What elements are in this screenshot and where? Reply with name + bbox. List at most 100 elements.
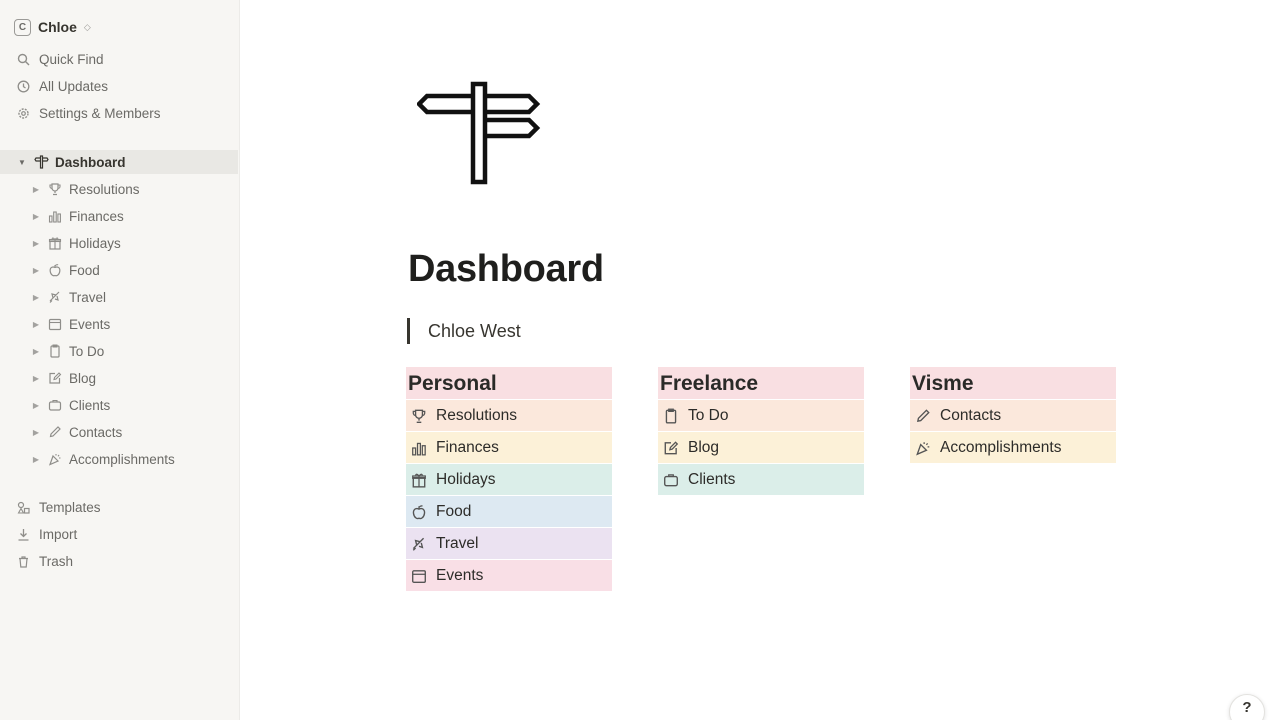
sidebar-settings-members[interactable]: Settings & Members <box>0 101 238 125</box>
sidebar-item-food[interactable]: ▶ Food <box>0 258 238 282</box>
expand-triangle-icon[interactable]: ▼ <box>17 158 27 167</box>
sidebar-quick-find[interactable]: Quick Find <box>0 47 238 71</box>
plane-icon <box>47 289 63 305</box>
sidebar-item-contacts[interactable]: ▶ Contacts <box>0 420 238 444</box>
quote-block[interactable]: Chloe West <box>407 318 521 344</box>
link-events[interactable]: Events <box>406 560 612 591</box>
sidebar-import[interactable]: Import <box>0 522 238 546</box>
briefcase-icon <box>47 397 63 413</box>
sidebar-item-holidays[interactable]: ▶ Holidays <box>0 231 238 255</box>
sidebar-item-label: Clients <box>69 397 111 413</box>
sidebar-item-label: Dashboard <box>55 154 126 170</box>
link-label: Resolutions <box>436 406 517 424</box>
expand-triangle-icon[interactable]: ▶ <box>31 428 41 437</box>
column-visme: Visme Contacts Accomplishments <box>910 367 1116 464</box>
sidebar-item-label: Quick Find <box>39 51 104 67</box>
sidebar-item-label: All Updates <box>39 78 109 94</box>
help-button[interactable]: ? <box>1229 694 1265 720</box>
bar-chart-icon <box>410 439 428 457</box>
clipboard-icon <box>47 343 63 359</box>
expand-triangle-icon[interactable]: ▶ <box>31 266 41 275</box>
expand-triangle-icon[interactable]: ▶ <box>31 212 41 221</box>
sidebar-item-blog[interactable]: ▶ Blog <box>0 366 238 390</box>
search-icon <box>15 51 31 67</box>
link-blog[interactable]: Blog <box>658 432 864 463</box>
sidebar-item-dashboard[interactable]: ▼ Dashboard <box>0 150 238 174</box>
sidebar-item-label: Templates <box>39 499 101 515</box>
sidebar-item-clients[interactable]: ▶ Clients <box>0 393 238 417</box>
expand-triangle-icon[interactable]: ▶ <box>31 347 41 356</box>
sidebar-item-label: Trash <box>39 553 74 569</box>
trash-icon <box>15 553 31 569</box>
calendar-icon <box>47 316 63 332</box>
sidebar-item-events[interactable]: ▶ Events <box>0 312 238 336</box>
sidebar-trash[interactable]: Trash <box>0 549 238 573</box>
link-label: Finances <box>436 438 499 456</box>
link-label: Travel <box>436 534 479 552</box>
link-travel[interactable]: Travel <box>406 528 612 559</box>
edit-icon <box>662 439 680 457</box>
link-resolutions[interactable]: Resolutions <box>406 400 612 431</box>
workspace-avatar: C <box>14 18 31 36</box>
sidebar-item-label: Finances <box>69 208 124 224</box>
link-accomplishments[interactable]: Accomplishments <box>910 432 1116 463</box>
expand-triangle-icon[interactable]: ▶ <box>31 455 41 464</box>
pencil-icon <box>914 407 932 425</box>
sidebar-item-resolutions[interactable]: ▶ Resolutions <box>0 177 238 201</box>
gift-icon <box>410 471 428 489</box>
link-label: Contacts <box>940 406 1002 424</box>
column-freelance: Freelance To Do Blog Clients <box>658 367 864 496</box>
link-finances[interactable]: Finances <box>406 432 612 463</box>
column-heading: Freelance <box>658 367 864 399</box>
workspace-name: Chloe <box>38 19 77 35</box>
sidebar-item-accomplishments[interactable]: ▶ Accomplishments <box>0 447 238 471</box>
sidebar-item-to-do[interactable]: ▶ To Do <box>0 339 238 363</box>
edit-icon <box>47 370 63 386</box>
expand-triangle-icon[interactable]: ▶ <box>31 401 41 410</box>
link-clients[interactable]: Clients <box>658 464 864 495</box>
chevron-updown-icon: ◇ <box>83 21 91 32</box>
sidebar-item-travel[interactable]: ▶ Travel <box>0 285 238 309</box>
link-to-do[interactable]: To Do <box>658 400 864 431</box>
trophy-icon <box>410 407 428 425</box>
link-contacts[interactable]: Contacts <box>910 400 1116 431</box>
sidebar-all-updates[interactable]: All Updates <box>0 74 238 98</box>
column-heading: Visme <box>910 367 1116 399</box>
sidebar-item-label: Resolutions <box>69 181 140 197</box>
sidebar-item-label: Holidays <box>69 235 121 251</box>
apple-icon <box>410 503 428 521</box>
sidebar-item-label: Blog <box>69 370 97 386</box>
sidebar-item-label: Events <box>69 316 111 332</box>
bar-chart-icon <box>47 208 63 224</box>
signpost-icon <box>33 154 49 170</box>
sidebar-item-finances[interactable]: ▶ Finances <box>0 204 238 228</box>
sidebar-item-label: Food <box>69 262 100 278</box>
link-label: Clients <box>688 470 736 488</box>
link-food[interactable]: Food <box>406 496 612 527</box>
expand-triangle-icon[interactable]: ▶ <box>31 293 41 302</box>
gift-icon <box>47 235 63 251</box>
calendar-icon <box>410 567 428 585</box>
signpost-icon[interactable] <box>415 80 541 186</box>
sidebar: C Chloe ◇ Quick Find All Updates Setting… <box>0 0 240 720</box>
link-label: Holidays <box>436 470 496 488</box>
column-personal: Personal Resolutions Finances Holidays F… <box>406 367 612 592</box>
workspace-switcher[interactable]: C Chloe ◇ <box>14 16 91 38</box>
expand-triangle-icon[interactable]: ▶ <box>31 374 41 383</box>
expand-triangle-icon[interactable]: ▶ <box>31 185 41 194</box>
page-title: Dashboard <box>408 248 604 290</box>
expand-triangle-icon[interactable]: ▶ <box>31 320 41 329</box>
link-label: Blog <box>688 438 720 456</box>
link-label: To Do <box>688 406 729 424</box>
sidebar-item-label: Travel <box>69 289 107 305</box>
column-heading: Personal <box>406 367 612 399</box>
link-holidays[interactable]: Holidays <box>406 464 612 495</box>
sidebar-templates[interactable]: Templates <box>0 495 238 519</box>
expand-triangle-icon[interactable]: ▶ <box>31 239 41 248</box>
link-label: Food <box>436 502 472 520</box>
clipboard-icon <box>662 407 680 425</box>
sidebar-item-label: Import <box>39 526 78 542</box>
page-content: Dashboard Chloe West Personal Resolution… <box>241 0 1279 720</box>
gear-icon <box>15 105 31 121</box>
sidebar-item-label: To Do <box>69 343 105 359</box>
